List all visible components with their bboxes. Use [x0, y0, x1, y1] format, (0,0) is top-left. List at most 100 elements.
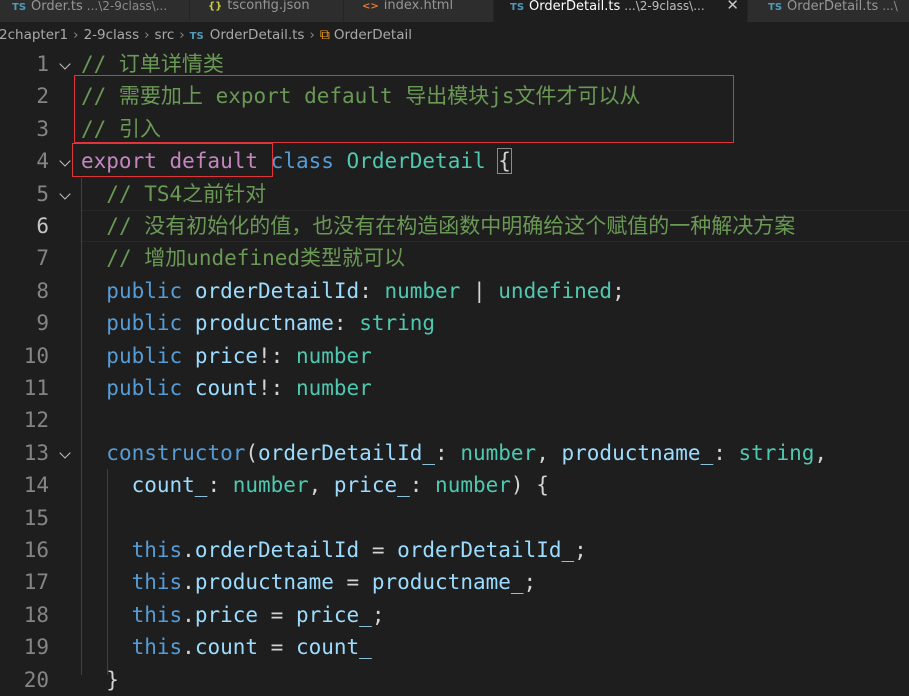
code-token: number — [460, 440, 537, 465]
breadcrumb-folder[interactable]: 2-9class — [84, 22, 140, 48]
code-token: . — [182, 635, 195, 660]
line-number: 13 — [23, 440, 49, 465]
line-number: 5 — [36, 181, 49, 206]
code-token: this — [131, 538, 183, 562]
code-token: count_ — [295, 635, 372, 660]
fold-chevron-icon[interactable] — [59, 48, 75, 80]
code-token: . — [182, 538, 195, 562]
code-token: productname — [194, 311, 334, 336]
breadcrumb-folder[interactable]: src — [155, 22, 175, 48]
code-editor[interactable]: 1 2 3 4 5 6 7 8 9 10 11 12 13 14 15 16 17 18 19 20 // 订单详情类… — [0, 48, 909, 692]
chevron-down-icon — [59, 155, 71, 167]
code-line[interactable]: // 没有初始化的值，也没有在构造函数中明确给这个赋值的一种解决方案 — [81, 210, 795, 242]
chevron-down-icon — [59, 187, 71, 200]
annotation-box-export-default — [72, 143, 273, 177]
code-token: . — [182, 602, 195, 627]
typescript-file-icon: TS — [510, 2, 525, 13]
code-token: class — [270, 149, 334, 174]
code-token: count — [194, 635, 259, 660]
line-number: 8 — [36, 278, 49, 303]
breadcrumb-symbol[interactable]: OrderDetail — [334, 22, 412, 48]
line-number: 11 — [23, 376, 49, 400]
code-token: | — [460, 278, 499, 303]
chevron-right-icon: › — [309, 27, 315, 43]
code-token: : — [713, 440, 739, 465]
close-icon[interactable]: ✕ — [726, 0, 739, 13]
code-token: : — [359, 278, 385, 303]
code-token: number — [295, 376, 372, 400]
breadcrumb-file[interactable]: OrderDetail.ts — [210, 22, 305, 48]
code-token: price_ — [333, 473, 410, 498]
typescript-file-icon: TS — [189, 31, 204, 42]
code-token: count_ — [131, 473, 208, 498]
line-number: 1 — [36, 52, 49, 76]
annotation-box-comment — [74, 75, 734, 143]
code-token: public — [106, 278, 183, 303]
code-token: price — [194, 602, 259, 627]
tab-description: ...\2-9class\... — [86, 0, 168, 13]
tab-label: OrderDetail.ts — [787, 0, 879, 14]
code-line[interactable]: // TS4之前针对 — [81, 178, 266, 210]
code-token: } — [81, 667, 119, 692]
code-line[interactable]: this.count = count_ — [81, 631, 372, 663]
code-token: public — [106, 376, 183, 400]
code-token: number — [435, 473, 511, 498]
tab-index-html[interactable]: <> index.html — [344, 0, 494, 22]
line-number: 7 — [36, 246, 49, 271]
code-token: constructor — [106, 440, 246, 465]
breadcrumb-folder[interactable]: 2chapter1 — [0, 22, 68, 48]
line-number: 6 — [36, 214, 49, 238]
code-token: ; — [371, 602, 385, 627]
chevron-right-icon: › — [73, 27, 79, 43]
code-token: orderDetailId_ — [258, 440, 436, 465]
line-number: 20 — [23, 667, 49, 692]
fold-chevron-icon[interactable] — [59, 437, 75, 469]
code-line[interactable]: this.price = price_; — [81, 599, 385, 631]
code-line[interactable]: constructor(orderDetailId_: number, prod… — [81, 437, 827, 469]
code-token: orderDetailId — [194, 538, 360, 562]
code-token: : — [409, 473, 436, 498]
breadcrumb: 2chapter1 › 2-9class › src › TS OrderDetail.ts ›… — [0, 22, 909, 48]
line-number: 10 — [23, 343, 49, 368]
code-line[interactable]: // 增加undefined类型就可以 — [81, 242, 405, 274]
code-line[interactable]: public orderDetailId: number | undefined… — [81, 275, 624, 307]
code-token: = — [258, 635, 296, 660]
code-token: ; — [523, 570, 537, 595]
tab-orderdetail-ts-active[interactable]: TS OrderDetail.ts ...\2-9class\... ✕ — [494, 0, 748, 22]
tab-label: index.html — [383, 0, 454, 13]
code-line[interactable]: public price!: number — [81, 340, 372, 372]
tab-tsconfig-json[interactable]: {} tsconfig.json — [190, 0, 344, 22]
code-line[interactable]: } — [81, 664, 119, 696]
tab-label: OrderDetail.ts — [529, 0, 621, 14]
tab-order-ts[interactable]: TS Order.ts ...\2-9class\... — [0, 0, 190, 22]
code-token: string — [738, 440, 815, 465]
code-token: ; — [574, 538, 587, 562]
code-token: this — [131, 602, 183, 627]
code-line[interactable]: count_: number, price_: number) { — [81, 469, 549, 501]
code-line[interactable]: this.productname = productname_; — [81, 566, 537, 598]
line-number: 4 — [36, 149, 49, 174]
tab-orderdetail-ts-2[interactable]: TS OrderDetail.ts ...\ — [748, 0, 909, 22]
code-line[interactable]: public productname: string — [81, 307, 435, 339]
code-line[interactable]: this.orderDetailId = orderDetailId_; — [81, 534, 587, 566]
code-line[interactable]: public count!: number — [81, 372, 372, 404]
line-number: 15 — [23, 505, 49, 530]
fold-chevron-icon[interactable] — [59, 178, 75, 210]
code-token: public — [106, 311, 183, 336]
code-token: productname_ — [371, 570, 524, 595]
line-number: 2 — [36, 84, 49, 109]
typescript-file-icon: TS — [12, 2, 27, 13]
line-number: 16 — [23, 538, 49, 562]
code-token: orderDetailId_ — [397, 538, 575, 562]
tab-description: ...\2-9class\... — [624, 0, 705, 13]
